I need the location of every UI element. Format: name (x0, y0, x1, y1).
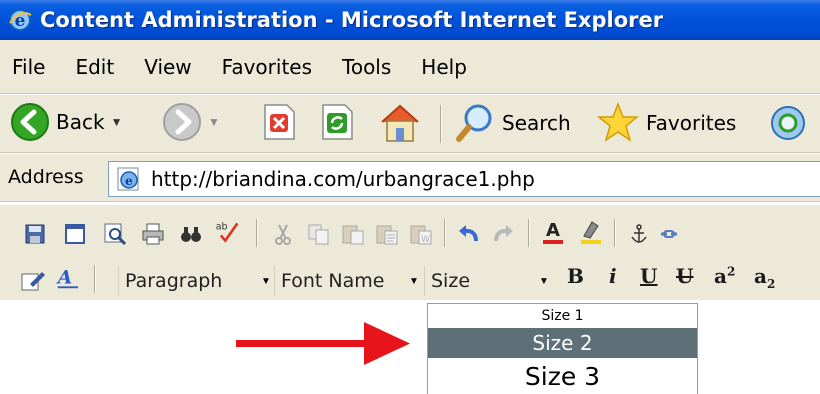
strikethrough-button[interactable]: U (676, 264, 693, 288)
superscript-glyph: a (714, 264, 727, 288)
menu-file[interactable]: File (12, 55, 45, 79)
forward-arrow-icon (163, 103, 201, 141)
subscript-mark: 2 (766, 277, 776, 291)
edit-style-icon[interactable] (20, 267, 46, 293)
bold-button[interactable]: B (567, 264, 584, 288)
chevron-down-icon[interactable]: ▼ (258, 270, 274, 292)
search-label: Search (502, 111, 571, 135)
chevron-down-icon[interactable]: ▼ (536, 270, 552, 292)
stop-icon (264, 104, 295, 140)
undo-icon[interactable] (456, 221, 482, 247)
svg-text:A: A (56, 268, 72, 289)
italic-button[interactable]: i (609, 264, 617, 288)
editor-separator (614, 219, 616, 247)
address-url: http://briandina.com/urbangrace1.php (151, 167, 535, 191)
redo-icon[interactable] (490, 221, 516, 247)
superscript-button[interactable]: a2 (714, 264, 735, 288)
forward-dropdown-icon[interactable]: ▼ (208, 115, 220, 129)
media-icon (771, 106, 805, 140)
editor-separator (444, 219, 446, 247)
font-name-select[interactable]: Font Name ▼ (274, 266, 422, 296)
find-binoculars-icon[interactable] (178, 221, 204, 247)
editor-toolbar-row-2: A Paragraph ▼ Font Name ▼ Size ▼ B i U U… (0, 261, 820, 301)
search-icon (456, 104, 492, 142)
subscript-glyph: a (754, 264, 767, 288)
cut-icon[interactable] (270, 221, 296, 247)
back-arrow-icon (11, 103, 49, 141)
link-icon[interactable] (656, 221, 682, 247)
refresh-icon (322, 104, 353, 140)
svg-text:e: e (125, 174, 133, 188)
chevron-down-icon[interactable]: ▼ (406, 270, 422, 292)
editor-separator (94, 265, 96, 293)
size-option-2[interactable]: Size 2 (428, 328, 697, 358)
favorites-star-icon (596, 102, 640, 142)
preview-icon[interactable] (102, 221, 128, 247)
size-option-1[interactable]: Size 1 (428, 304, 697, 328)
paragraph-format-value: Paragraph (125, 270, 223, 292)
back-label: Back (56, 110, 105, 134)
svg-text:A: A (546, 220, 560, 241)
home-button[interactable] (378, 102, 422, 144)
print-icon[interactable] (140, 221, 166, 247)
size-option-3[interactable]: Size 3 (428, 358, 697, 394)
ie-logo-icon: e (6, 6, 34, 34)
editor-separator (528, 219, 530, 247)
menu-edit[interactable]: Edit (75, 55, 114, 79)
address-input[interactable]: e http://briandina.com/urbangrace1.php (108, 161, 820, 197)
standard-toolbar: Back ▼ ▼ Search Favorites (0, 95, 820, 153)
font-size-select[interactable]: Size ▼ (424, 266, 552, 296)
anchor-icon[interactable] (626, 221, 652, 247)
menu-view[interactable]: View (144, 55, 191, 79)
copy-icon[interactable] (306, 221, 332, 247)
highlight-color-icon[interactable] (578, 219, 604, 245)
spellcheck-icon[interactable]: ab (214, 219, 240, 245)
editor-separator (256, 219, 258, 247)
paste-word-icon[interactable]: W (408, 221, 434, 247)
refresh-button[interactable] (318, 102, 356, 142)
new-page-icon[interactable] (62, 221, 88, 247)
home-icon (381, 104, 419, 142)
address-label: Address (8, 166, 84, 188)
menu-favorites[interactable]: Favorites (222, 55, 312, 79)
stop-button[interactable] (260, 102, 298, 142)
font-size-dropdown-list: Size 1 Size 2 Size 3 (427, 303, 698, 394)
font-name-value: Font Name (281, 270, 385, 292)
back-dropdown-icon[interactable]: ▼ (111, 115, 123, 129)
svg-text:ab: ab (216, 221, 228, 232)
wysiwyg-editor-toolbar: ab W A A Paragraph ▼ Font Name ▼ Size ▼ … (0, 203, 820, 300)
media-button[interactable] (764, 102, 808, 144)
superscript-mark: 2 (726, 264, 736, 279)
forward-button[interactable]: ▼ (162, 102, 220, 142)
svg-text:W: W (421, 235, 430, 245)
annotation-arrow-icon (236, 322, 410, 365)
favorites-label: Favorites (646, 111, 737, 135)
menu-bar: File Edit View Favorites Tools Help (0, 40, 820, 94)
favorites-button[interactable]: Favorites (596, 102, 736, 144)
menu-tools[interactable]: Tools (342, 55, 391, 79)
save-icon[interactable] (22, 221, 48, 247)
editor-toolbar-row-1: ab W A (0, 215, 820, 255)
address-bar: Address e http://briandina.com/urbangrac… (0, 154, 820, 202)
subscript-button[interactable]: a2 (754, 264, 775, 291)
paragraph-format-select[interactable]: Paragraph ▼ (118, 266, 274, 296)
toolbar-separator (440, 105, 442, 143)
search-button[interactable]: Search (454, 102, 571, 144)
text-color-icon[interactable]: A (540, 219, 566, 245)
text-style-icon[interactable]: A (54, 265, 80, 291)
back-button[interactable]: Back ▼ (10, 102, 122, 142)
window-title: Content Administration - Microsoft Inter… (40, 8, 664, 32)
underline-button[interactable]: U (640, 264, 657, 288)
paste-icon[interactable] (340, 221, 366, 247)
window-titlebar[interactable]: e Content Administration - Microsoft Int… (0, 0, 820, 40)
page-icon: e (117, 167, 139, 191)
font-size-value: Size (431, 270, 471, 292)
menu-help[interactable]: Help (421, 55, 467, 79)
paste-text-icon[interactable] (374, 221, 400, 247)
